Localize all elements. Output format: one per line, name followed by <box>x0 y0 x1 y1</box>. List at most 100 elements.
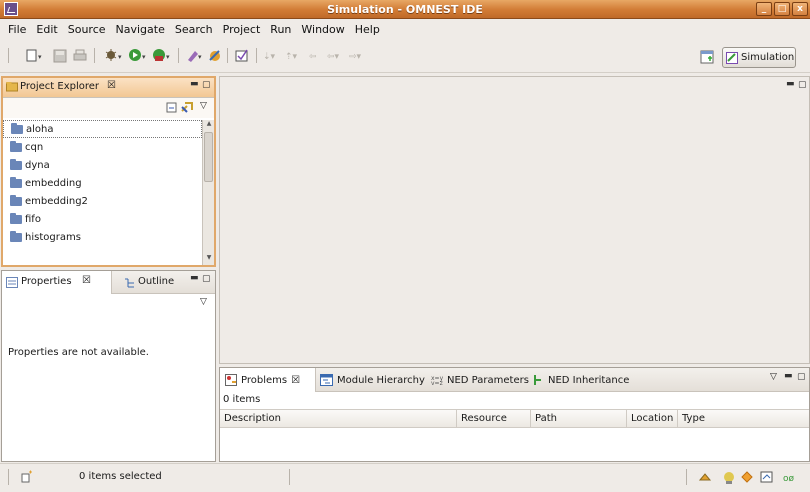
menu-navigate[interactable]: Navigate <box>111 23 170 36</box>
tree-item-embedding[interactable]: embedding <box>3 174 214 192</box>
task-icon[interactable] <box>234 48 250 63</box>
outline-icon <box>125 278 134 288</box>
column-type[interactable]: Type <box>678 410 809 428</box>
folder-icon <box>11 122 23 134</box>
window-title: Simulation - OMNEST IDE <box>327 3 483 16</box>
tree-item-cqn[interactable]: cqn <box>3 138 214 156</box>
problems-count: 0 items <box>223 394 261 405</box>
maximize-icon[interactable]: ▢ <box>202 274 211 284</box>
menu-window[interactable]: Window <box>296 23 349 36</box>
svg-text:⇦▾: ⇦▾ <box>327 52 340 62</box>
column-location[interactable]: Location <box>627 410 678 428</box>
svg-text:▾: ▾ <box>198 53 202 61</box>
folder-icon <box>10 212 22 224</box>
editor-area <box>219 76 810 364</box>
fast-view-icon[interactable] <box>20 470 34 484</box>
menu-bar: File Edit Source Navigate Search Project… <box>0 19 810 40</box>
toolbar-separator <box>178 48 179 63</box>
minimize-icon[interactable]: ▬ <box>784 371 793 381</box>
view-menu-icon[interactable]: ▽ <box>200 101 207 111</box>
new-icon[interactable]: ▾ <box>26 49 46 63</box>
external-tools-icon[interactable]: ▾ <box>152 48 174 63</box>
folder-icon <box>10 158 22 170</box>
svg-text:▾: ▾ <box>142 53 146 61</box>
status-grip <box>8 469 9 485</box>
maximize-icon[interactable]: ▢ <box>798 80 807 90</box>
menu-run[interactable]: Run <box>265 23 296 36</box>
simulation-perspective-icon <box>726 51 738 64</box>
column-resource[interactable]: Resource <box>457 410 531 428</box>
problems-tab-label[interactable]: Problems <box>241 375 287 386</box>
status-separator <box>686 469 687 485</box>
folder-icon <box>10 140 22 152</box>
status-trim-icons: oø <box>698 471 795 484</box>
link-editor-icon[interactable] <box>180 101 194 115</box>
toolbar-separator <box>227 48 228 63</box>
debug-icon[interactable]: ▾ <box>104 48 126 63</box>
project-explorer-title[interactable]: Project Explorer <box>20 81 99 92</box>
column-path[interactable]: Path <box>531 410 627 428</box>
maximize-icon[interactable]: ▢ <box>202 80 211 90</box>
svg-text:▾: ▾ <box>38 53 42 61</box>
tree-item-aloha[interactable]: aloha <box>3 120 202 138</box>
problems-icon <box>225 374 237 386</box>
folder-icon <box>10 176 22 188</box>
tab-module-hierarchy[interactable]: Module Hierarchy <box>316 370 429 390</box>
tree-item-fifo[interactable]: fifo <box>3 210 214 228</box>
tree-item-histograms[interactable]: histograms <box>3 228 214 246</box>
run-icon[interactable]: ▾ <box>128 48 150 63</box>
open-icon[interactable] <box>207 48 223 63</box>
maximize-window-button[interactable]: □ <box>774 2 790 16</box>
navigation-icons: ⇣▾ ⇡▾ ⇦ ⇦▾ ⇨▾ <box>263 52 362 62</box>
close-icon[interactable]: ☒ <box>291 375 300 386</box>
properties-tab-label[interactable]: Properties <box>21 276 72 287</box>
properties-empty-message: Properties are not available. <box>8 347 149 358</box>
close-window-button[interactable]: x <box>792 2 808 16</box>
print-icon[interactable] <box>73 49 87 63</box>
status-text: 0 items selected <box>79 471 162 482</box>
view-menu-icon[interactable]: ▽ <box>200 297 207 307</box>
close-icon[interactable]: ☒ <box>107 80 116 91</box>
tree-item-dyna[interactable]: dyna <box>3 156 214 174</box>
tree-item-embedding2[interactable]: embedding2 <box>3 192 214 210</box>
ned-icon[interactable]: ▾ <box>186 48 206 63</box>
minimize-icon[interactable]: ▬ <box>786 79 795 89</box>
folder-icon <box>10 194 22 206</box>
minimize-icon[interactable]: ▬ <box>190 79 199 89</box>
tab-ned-parameters[interactable]: x=y v=z NED Parameters <box>427 370 533 390</box>
save-icon[interactable] <box>53 49 67 63</box>
project-tree: aloha cqn dyna embedding embedding2 fifo… <box>3 120 214 265</box>
menu-help[interactable]: Help <box>350 23 385 36</box>
maximize-icon[interactable]: ▢ <box>797 372 806 382</box>
menu-source[interactable]: Source <box>63 23 111 36</box>
project-explorer-scrollbar[interactable]: ▲ ▼ <box>202 120 214 265</box>
collapse-all-icon[interactable] <box>166 102 178 114</box>
menu-edit[interactable]: Edit <box>31 23 62 36</box>
column-description[interactable]: Description <box>220 410 457 428</box>
menu-project[interactable]: Project <box>218 23 266 36</box>
perspective-icon[interactable] <box>700 50 714 64</box>
scrollbar-thumb[interactable] <box>204 132 213 182</box>
svg-text:oø: oø <box>783 474 795 484</box>
svg-text:⇡▾: ⇡▾ <box>285 52 298 62</box>
toolbar-separator <box>256 48 257 63</box>
tab-outline[interactable]: Outline <box>138 276 174 287</box>
toolbar-separator <box>94 48 95 63</box>
view-menu-icon[interactable]: ▽ <box>770 372 777 382</box>
minimize-icon[interactable]: ▬ <box>190 273 199 283</box>
problems-table-header: Description Resource Path Location Type <box>220 409 809 428</box>
close-icon[interactable]: ☒ <box>82 275 91 286</box>
menu-search[interactable]: Search <box>170 23 218 36</box>
ned-parameters-icon: x=yv=z <box>431 375 443 386</box>
project-explorer-icon <box>6 82 18 92</box>
menu-file[interactable]: File <box>3 23 31 36</box>
tab-ned-inheritance[interactable]: NED Inheritance <box>528 370 633 390</box>
simulation-perspective-button[interactable]: Simulation <box>722 47 796 68</box>
svg-text:⇨▾: ⇨▾ <box>349 52 362 62</box>
ned-inheritance-icon <box>534 375 541 385</box>
folder-icon <box>10 230 22 242</box>
minimize-window-button[interactable]: _ <box>756 2 772 16</box>
svg-text:▾: ▾ <box>166 53 170 61</box>
toolbar-grip <box>8 48 9 63</box>
status-separator <box>289 469 290 485</box>
